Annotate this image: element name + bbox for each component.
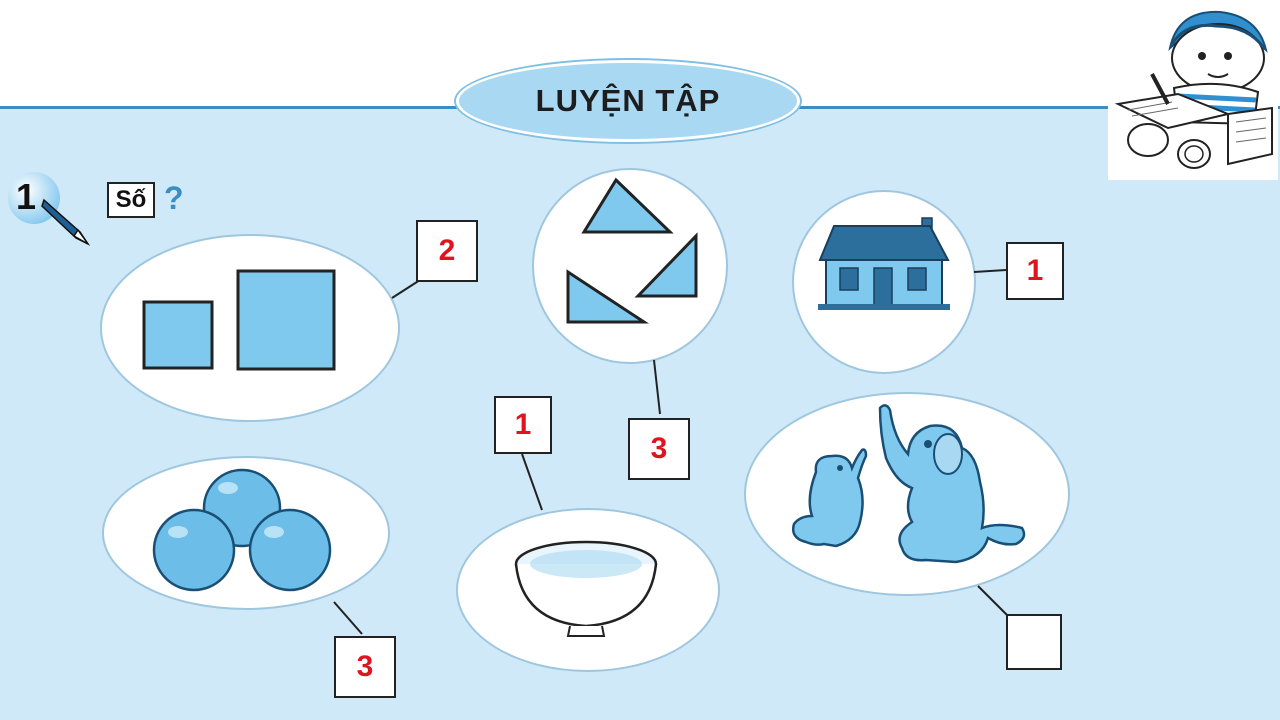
squares-illustration <box>142 269 336 371</box>
orange-right <box>248 508 332 592</box>
house-answer-box[interactable]: 1 <box>1006 242 1064 300</box>
house-answer: 1 <box>1026 254 1044 287</box>
small-elephant <box>792 448 868 548</box>
triangle-right <box>634 232 698 298</box>
boy-reading-illustration <box>1108 4 1278 180</box>
triangle-left <box>566 269 650 324</box>
triangle-top <box>581 177 674 234</box>
elephants-illustration <box>792 404 1026 564</box>
exercise-number: 1 <box>16 176 37 217</box>
triangles-answer: 3 <box>650 432 668 465</box>
squares-answer: 2 <box>438 234 456 267</box>
orange-left <box>152 508 236 592</box>
oranges-answer-box[interactable]: 3 <box>334 636 396 698</box>
elephants-answer-box[interactable] <box>1006 614 1062 670</box>
squares-answer-box[interactable]: 2 <box>416 220 478 282</box>
pen-icon <box>41 198 91 246</box>
big-elephant <box>878 404 1026 564</box>
bowl-answer: 1 <box>514 408 532 441</box>
bowl-icon <box>514 540 658 637</box>
triangles-connector <box>653 359 661 415</box>
small-square <box>142 300 214 370</box>
bowl-answer-box[interactable]: 1 <box>494 396 552 454</box>
title-banner: LUYỆN TẬP <box>456 60 800 142</box>
oranges-answer: 3 <box>356 650 374 683</box>
so-label: Số <box>115 186 147 213</box>
question-mark: ? <box>164 180 184 216</box>
oranges-illustration <box>152 468 332 592</box>
house-icon <box>818 217 950 310</box>
bowl-connector <box>521 453 543 511</box>
triangles-answer-box[interactable]: 3 <box>628 418 690 480</box>
large-square <box>236 269 336 371</box>
triangles-illustration <box>566 177 698 324</box>
oranges-connector <box>333 601 363 635</box>
so-label-box: Số <box>107 182 155 218</box>
page-title: LUYỆN TẬP <box>535 83 721 118</box>
